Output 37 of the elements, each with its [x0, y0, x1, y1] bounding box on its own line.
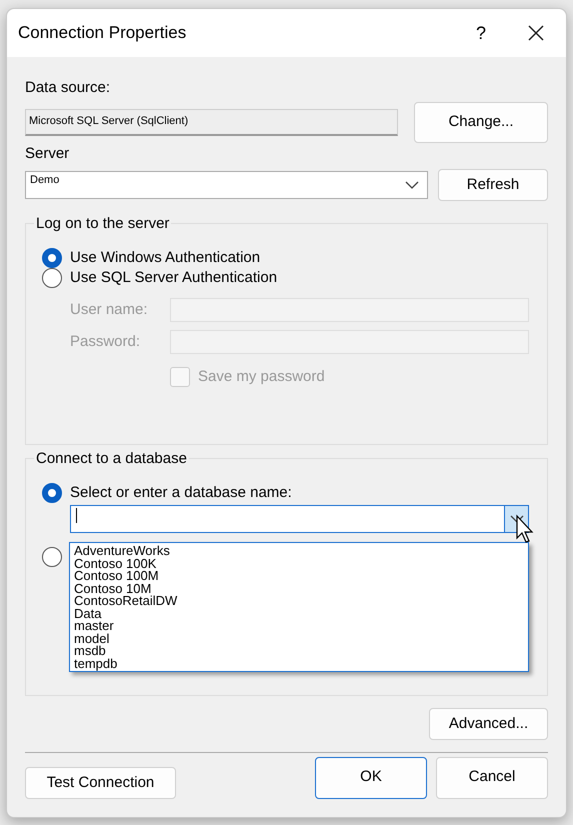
field-label: Data source:	[25, 78, 112, 98]
data-source-field: Microsoft SQL Server (SqlClient)	[25, 108, 398, 136]
field-label: Server	[25, 144, 70, 164]
server-combo[interactable]: Demo	[25, 171, 428, 199]
list-item[interactable]: Contoso 10M	[70, 582, 528, 595]
refresh-button[interactable]: Refresh	[438, 169, 548, 201]
database-combo[interactable]	[70, 505, 529, 533]
option-label: Select or enter a database name:	[70, 485, 293, 501]
list-item[interactable]: model	[70, 632, 528, 645]
text-cursor-icon	[75, 506, 78, 524]
radio-button[interactable]	[42, 547, 62, 567]
dialog-button[interactable]: Test Connection	[25, 767, 176, 799]
field-label: User name:	[70, 300, 149, 320]
list-item[interactable]: msdb	[70, 645, 528, 658]
list-item[interactable]: Contoso 100K	[70, 558, 528, 570]
advanced-button[interactable]: Advanced...	[429, 708, 548, 740]
close-icon	[527, 24, 545, 42]
radio-button[interactable]	[42, 248, 62, 268]
chevron-down-icon	[510, 514, 524, 524]
checkbox-label: Save my password	[198, 367, 325, 387]
radio-button[interactable]	[42, 483, 62, 503]
chevron-down-icon	[405, 180, 419, 190]
dialog-button[interactable]: Cancel	[436, 756, 548, 798]
field-label: Password:	[70, 332, 142, 352]
list-item[interactable]: AdventureWorks	[70, 545, 528, 558]
list-item[interactable]: ContosoRetailDW	[70, 595, 528, 608]
list-item[interactable]: Data	[70, 608, 528, 620]
option-label: Use Windows Authentication	[70, 250, 262, 266]
list-item[interactable]: tempdb	[70, 658, 528, 670]
change-button[interactable]: Change...	[414, 102, 548, 142]
help-button[interactable]: ?	[456, 20, 506, 46]
option-label: Use SQL Server Authentication	[70, 270, 278, 286]
radio-button[interactable]	[42, 268, 62, 288]
list-item[interactable]: Contoso 100M	[70, 570, 528, 582]
window-title: Connection Properties	[18, 22, 188, 44]
list-item[interactable]: master	[70, 620, 528, 632]
dialog-button[interactable]: OK	[315, 756, 427, 798]
